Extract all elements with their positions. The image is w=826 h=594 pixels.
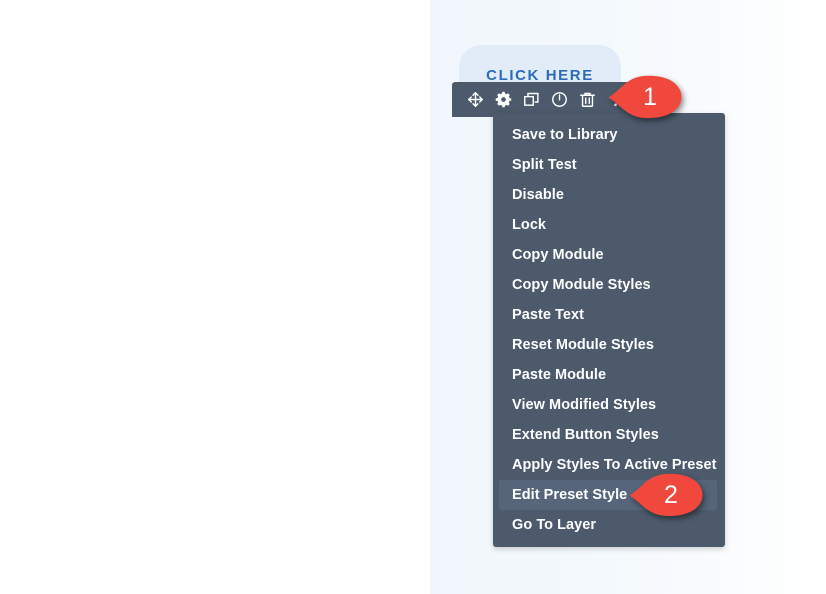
trash-icon[interactable] [573, 85, 601, 115]
power-icon[interactable] [545, 85, 573, 115]
menu-item-copy-module[interactable]: Copy Module [493, 240, 725, 270]
menu-item-save-to-library[interactable]: Save to Library [493, 120, 725, 150]
menu-item-paste-module[interactable]: Paste Module [493, 360, 725, 390]
menu-item-paste-text[interactable]: Paste Text [493, 300, 725, 330]
gear-icon[interactable] [489, 85, 517, 115]
duplicate-icon[interactable] [517, 85, 545, 115]
step-marker-1: 1 [607, 74, 683, 120]
menu-item-lock[interactable]: Lock [493, 210, 725, 240]
menu-item-view-modified-styles[interactable]: View Modified Styles [493, 390, 725, 420]
menu-item-reset-module-styles[interactable]: Reset Module Styles [493, 330, 725, 360]
menu-item-split-test[interactable]: Split Test [493, 150, 725, 180]
move-icon[interactable] [461, 85, 489, 115]
step-marker-1-number: 1 [643, 83, 657, 111]
menu-item-extend-button-styles[interactable]: Extend Button Styles [493, 420, 725, 450]
step-marker-2: 2 [628, 472, 704, 518]
menu-item-copy-module-styles[interactable]: Copy Module Styles [493, 270, 725, 300]
module-toolbar[interactable] [452, 82, 632, 117]
step-marker-2-number: 2 [664, 481, 678, 509]
menu-item-disable[interactable]: Disable [493, 180, 725, 210]
